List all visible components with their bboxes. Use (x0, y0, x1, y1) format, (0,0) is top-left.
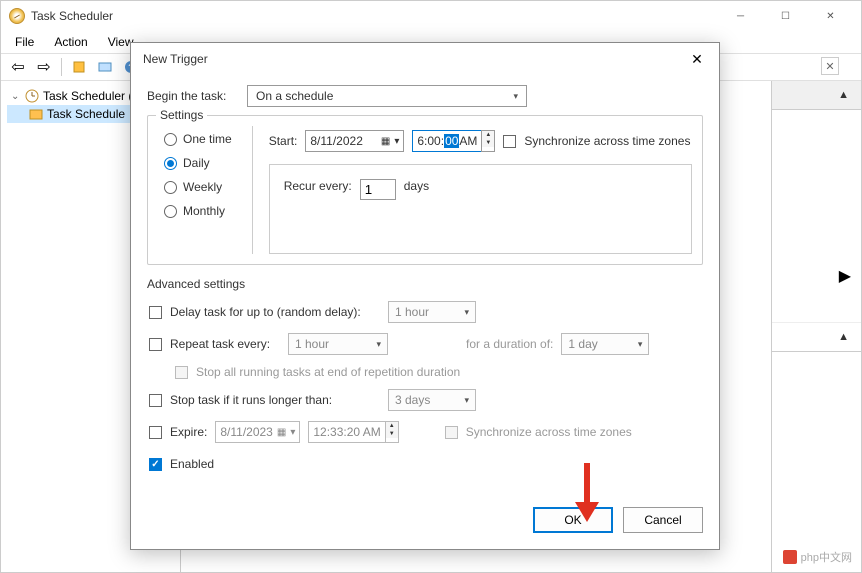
radio-icon (164, 157, 177, 170)
clock-icon (25, 89, 39, 103)
start-time-input[interactable]: 6:00:00 AM (412, 130, 482, 152)
ok-button[interactable]: OK (533, 507, 613, 533)
expire-sync-checkbox (445, 426, 458, 439)
settings-fieldset: Settings One time Daily Weekly Monthly S… (147, 115, 703, 265)
sync-tz-checkbox[interactable] (503, 135, 516, 148)
begin-task-value: On a schedule (256, 89, 333, 103)
radio-icon (164, 205, 177, 218)
begin-task-select[interactable]: On a schedule ▾ (247, 85, 527, 107)
cancel-button[interactable]: Cancel (623, 507, 703, 533)
watermark: php中文网 (783, 549, 852, 565)
chevron-down-icon: ▾ (376, 339, 381, 350)
maximize-button[interactable]: ☐ (763, 1, 808, 31)
recur-unit: days (404, 179, 429, 193)
duration-label: for a duration of: (466, 337, 553, 351)
action-header-2: ▲ (772, 322, 861, 352)
up-arrow-icon[interactable]: ▲ (482, 131, 494, 139)
up-button[interactable] (68, 56, 90, 78)
stop-running-label: Stop all running tasks at end of repetit… (196, 365, 460, 379)
settings-legend: Settings (156, 108, 207, 122)
enabled-checkbox[interactable] (149, 458, 162, 471)
start-label: Start: (269, 134, 298, 148)
back-button[interactable]: ⇦ (7, 56, 29, 78)
menu-file[interactable]: File (7, 33, 42, 51)
repeat-label: Repeat task every: (170, 337, 280, 351)
repeat-combo[interactable]: 1 hour▾ (288, 333, 388, 355)
actions-pane: ▲ ▶ ▲ (771, 81, 861, 572)
enabled-label: Enabled (170, 457, 214, 471)
folder-icon (29, 107, 43, 121)
stop-running-checkbox (175, 366, 188, 379)
radio-icon (164, 133, 177, 146)
time-spinner[interactable]: ▲▼ (481, 130, 495, 152)
scroll-right-icon[interactable]: ▶ (839, 268, 851, 285)
stop-longer-label: Stop task if it runs longer than: (170, 393, 380, 407)
radio-weekly[interactable]: Weekly (164, 180, 232, 194)
minimize-button[interactable]: ─ (718, 1, 763, 31)
radio-daily[interactable]: Daily (164, 156, 232, 170)
titlebar: Task Scheduler ─ ☐ ✕ (1, 1, 861, 31)
dialog-title: New Trigger (139, 52, 208, 66)
up-arrow-icon[interactable]: ▲ (386, 422, 398, 430)
calendar-icon: ▦ (277, 427, 286, 438)
expire-date-input[interactable]: 8/11/2023 ▦▾ (215, 421, 300, 443)
expire-label: Expire: (170, 425, 207, 439)
expire-time-spinner[interactable]: ▲▼ (385, 421, 399, 443)
chevron-down-icon: ▾ (638, 339, 643, 350)
chevron-down-icon: ▾ (290, 427, 295, 438)
radio-icon (164, 181, 177, 194)
radio-one-time[interactable]: One time (164, 132, 232, 146)
repeat-checkbox[interactable] (149, 338, 162, 351)
down-arrow-icon[interactable]: ▼ (482, 139, 494, 147)
down-arrow-icon[interactable]: ▼ (386, 430, 398, 438)
duration-combo[interactable]: 1 day▾ (561, 333, 649, 355)
window-title: Task Scheduler (31, 9, 113, 23)
action-header-1: ▲ (772, 81, 861, 110)
recur-box: Recur every: days (269, 164, 692, 254)
chevron-down-icon: ▾ (394, 136, 399, 147)
calendar-icon: ▦ (381, 136, 390, 147)
stop-longer-checkbox[interactable] (149, 394, 162, 407)
delay-label: Delay task for up to (random delay): (170, 305, 380, 319)
delay-combo[interactable]: 1 hour▾ (388, 301, 476, 323)
view-button[interactable] (94, 56, 116, 78)
begin-task-label: Begin the task: (147, 89, 239, 103)
collapse-icon-2[interactable]: ▲ (834, 327, 853, 347)
dialog-titlebar: New Trigger ✕ (131, 43, 719, 75)
delay-checkbox[interactable] (149, 306, 162, 319)
tree-root-label: Task Scheduler (L (43, 89, 139, 103)
chevron-down-icon: ▾ (464, 307, 469, 318)
tree-child-label: Task Schedule (47, 107, 125, 121)
forward-button[interactable]: ⇨ (33, 56, 55, 78)
chevron-down-icon: ▾ (513, 91, 518, 102)
app-icon (9, 8, 25, 24)
recur-label: Recur every: (284, 179, 352, 193)
dialog-footer: OK Cancel (131, 497, 719, 549)
chevron-down-icon: ▾ (464, 395, 469, 406)
expire-time-input[interactable]: 12:33:20 AM (308, 421, 385, 443)
collapse-icon[interactable]: ▲ (834, 85, 853, 105)
panel-close-button[interactable]: ✕ (821, 57, 839, 75)
start-date-input[interactable]: 8/11/2022 ▦ ▾ (305, 130, 404, 152)
radio-monthly[interactable]: Monthly (164, 204, 232, 218)
close-button[interactable]: ✕ (808, 1, 853, 31)
expire-checkbox[interactable] (149, 426, 162, 439)
menu-action[interactable]: Action (46, 33, 95, 51)
advanced-settings-label: Advanced settings (147, 277, 703, 291)
expand-icon[interactable]: ⌄ (11, 91, 21, 102)
expire-sync-label: Synchronize across time zones (466, 425, 632, 439)
dialog-close-button[interactable]: ✕ (683, 45, 711, 73)
stop-longer-combo[interactable]: 3 days▾ (388, 389, 476, 411)
sync-tz-label: Synchronize across time zones (524, 134, 690, 148)
watermark-icon (783, 550, 797, 564)
recur-value-input[interactable] (360, 179, 396, 200)
new-trigger-dialog: New Trigger ✕ Begin the task: On a sched… (130, 42, 720, 550)
